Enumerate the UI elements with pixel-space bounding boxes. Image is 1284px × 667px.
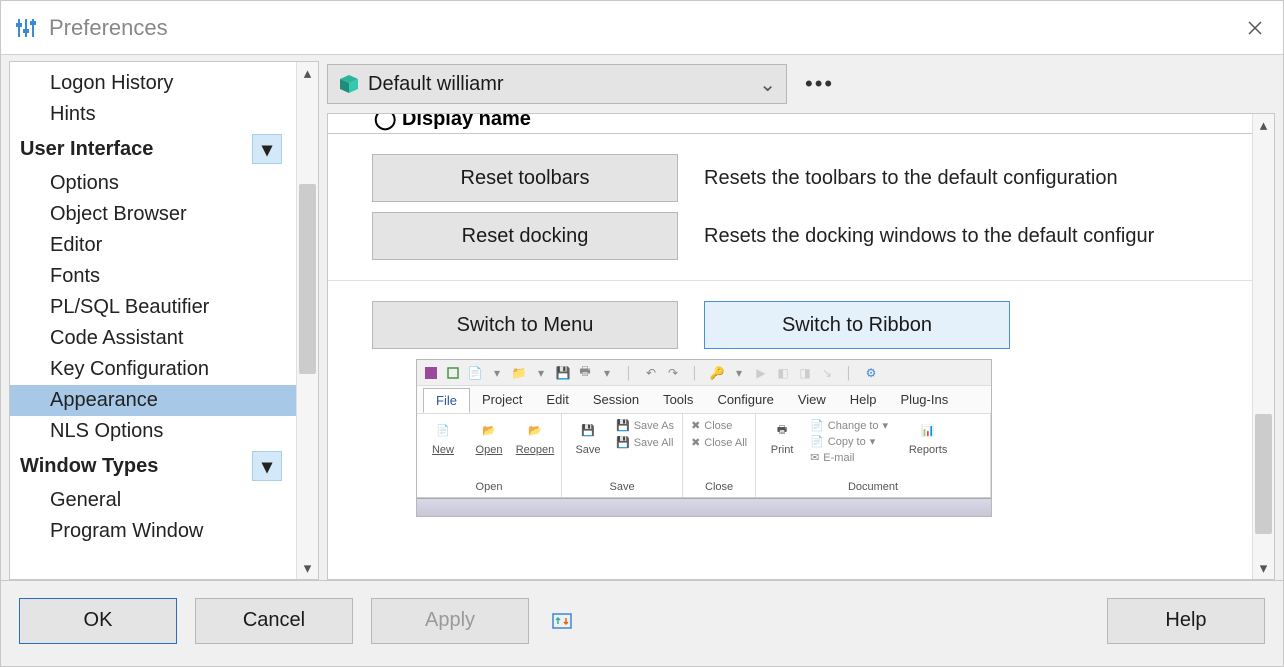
panel-scrollbar[interactable]: ▴ ▾ bbox=[1252, 114, 1274, 579]
preferences-icon bbox=[15, 17, 37, 39]
reset-toolbars-desc: Resets the toolbars to the default confi… bbox=[704, 167, 1118, 190]
preview-tabs: FileProjectEditSessionToolsConfigureView… bbox=[417, 386, 991, 414]
switch-to-menu-button[interactable]: Switch to Menu bbox=[372, 301, 678, 349]
preview-close-button: ✖ Close bbox=[689, 418, 749, 433]
cropped-section-header: ◯ Display name bbox=[328, 114, 1252, 134]
scroll-down-icon[interactable]: ▾ bbox=[297, 557, 318, 579]
preview-saveas-button: 💾 Save As bbox=[614, 418, 676, 433]
preview-tab: Project bbox=[470, 388, 534, 411]
titlebar: Preferences bbox=[1, 1, 1283, 55]
category-sidebar: Logon HistoryHintsUser Interface▾Options… bbox=[9, 61, 319, 580]
close-button[interactable] bbox=[1241, 14, 1269, 42]
preview-ribbon: 📄New 📂Open 📂Reopen Open 💾Save bbox=[417, 414, 991, 498]
ok-button[interactable]: OK bbox=[19, 598, 177, 644]
help-button[interactable]: Help bbox=[1107, 598, 1265, 644]
sidebar-item[interactable]: Code Assistant bbox=[10, 323, 296, 354]
sidebar-item[interactable]: Editor bbox=[10, 230, 296, 261]
preview-reports-button: 📊Reports bbox=[908, 418, 948, 456]
reset-docking-desc: Resets the docking windows to the defaul… bbox=[704, 225, 1154, 248]
profile-select[interactable]: Default williamr ⌄ bbox=[327, 64, 787, 104]
ribbon-preview: 📄 ▾ 📁 ▾ 💾 🖶 ▾ │ ↶ ↷ │ 🔑 ▾ bbox=[416, 359, 992, 517]
preview-new-button: 📄New bbox=[423, 418, 463, 456]
collapse-icon[interactable]: ▾ bbox=[252, 451, 282, 481]
preview-email-button: ✉ E-mail bbox=[808, 450, 890, 465]
sidebar-item[interactable]: Options bbox=[10, 168, 296, 199]
preview-quick-access: 📄 ▾ 📁 ▾ 💾 🖶 ▾ │ ↶ ↷ │ 🔑 ▾ bbox=[417, 360, 991, 386]
sidebar-item[interactable]: Appearance bbox=[10, 385, 296, 416]
sidebar-item[interactable]: Program Window bbox=[10, 516, 296, 547]
apply-button[interactable]: Apply bbox=[371, 598, 529, 644]
preview-tab: File bbox=[423, 388, 470, 413]
new-file-icon: 📄 bbox=[467, 365, 483, 381]
preview-changeto-button: 📄 Change to ▾ bbox=[808, 418, 890, 433]
preview-tab: Session bbox=[581, 388, 651, 411]
settings-panel: ◯ Display name Reset toolbars Resets the… bbox=[327, 113, 1275, 580]
dialog-footer: OK Cancel Apply Help bbox=[1, 580, 1283, 660]
scroll-thumb[interactable] bbox=[1255, 414, 1272, 534]
sidebar-item[interactable]: Fonts bbox=[10, 261, 296, 292]
profile-selected-label: Default williamr bbox=[368, 73, 504, 96]
sidebar-item[interactable]: Key Configuration bbox=[10, 354, 296, 385]
import-export-button[interactable] bbox=[547, 606, 577, 636]
folder-icon: 📁 bbox=[511, 365, 527, 381]
preview-tab: Configure bbox=[705, 388, 785, 411]
profile-more-button[interactable]: ••• bbox=[805, 71, 834, 97]
undo-icon: ↶ bbox=[643, 365, 659, 381]
preview-closeall-button: ✖ Close All bbox=[689, 435, 749, 450]
sidebar-scrollbar[interactable]: ▴ ▾ bbox=[296, 62, 318, 579]
sidebar-item[interactable]: NLS Options bbox=[10, 416, 296, 447]
save-icon: 💾 bbox=[555, 365, 571, 381]
sidebar-item[interactable]: PL/SQL Beautifier bbox=[10, 292, 296, 323]
square-icon bbox=[445, 365, 461, 381]
preview-print-button: 🖶Print bbox=[762, 418, 802, 456]
preview-tab: Help bbox=[838, 388, 889, 411]
sidebar-category[interactable]: User Interface▾ bbox=[10, 130, 296, 168]
preview-tab: Edit bbox=[534, 388, 580, 411]
scroll-down-icon[interactable]: ▾ bbox=[1253, 557, 1274, 579]
sliders-icon: ⚙ bbox=[863, 365, 879, 381]
preview-saveall-button: 💾 Save All bbox=[614, 435, 676, 450]
chevron-down-icon: ⌄ bbox=[759, 72, 776, 97]
reset-docking-button[interactable]: Reset docking bbox=[372, 212, 678, 260]
sidebar-item[interactable]: Logon History bbox=[10, 68, 296, 99]
preview-reopen-button: 📂Reopen bbox=[515, 418, 555, 456]
preview-tab: Tools bbox=[651, 388, 705, 411]
sidebar-item[interactable]: Object Browser bbox=[10, 199, 296, 230]
redo-icon: ↷ bbox=[665, 365, 681, 381]
scroll-up-icon[interactable]: ▴ bbox=[297, 62, 318, 84]
preview-tab: View bbox=[786, 388, 838, 411]
switch-to-ribbon-button[interactable]: Switch to Ribbon bbox=[704, 301, 1010, 349]
app-icon bbox=[423, 365, 439, 381]
preview-save-button: 💾Save bbox=[568, 418, 608, 456]
preview-tab: Plug-Ins bbox=[889, 388, 961, 411]
preview-copyto-button: 📄 Copy to ▾ bbox=[808, 434, 890, 449]
scroll-thumb[interactable] bbox=[299, 184, 316, 374]
preview-statusbar bbox=[417, 498, 991, 516]
sidebar-category[interactable]: Window Types▾ bbox=[10, 447, 296, 485]
sidebar-item[interactable]: General bbox=[10, 485, 296, 516]
preview-open-button: 📂Open bbox=[469, 418, 509, 456]
key-icon: 🔑 bbox=[709, 365, 725, 381]
reset-toolbars-button[interactable]: Reset toolbars bbox=[372, 154, 678, 202]
sidebar-item[interactable]: Hints bbox=[10, 99, 296, 130]
print-icon: 🖶 bbox=[577, 365, 593, 381]
cancel-button[interactable]: Cancel bbox=[195, 598, 353, 644]
collapse-icon[interactable]: ▾ bbox=[252, 134, 282, 164]
window-title: Preferences bbox=[49, 15, 168, 41]
scroll-up-icon[interactable]: ▴ bbox=[1253, 114, 1274, 136]
package-icon bbox=[338, 73, 360, 95]
